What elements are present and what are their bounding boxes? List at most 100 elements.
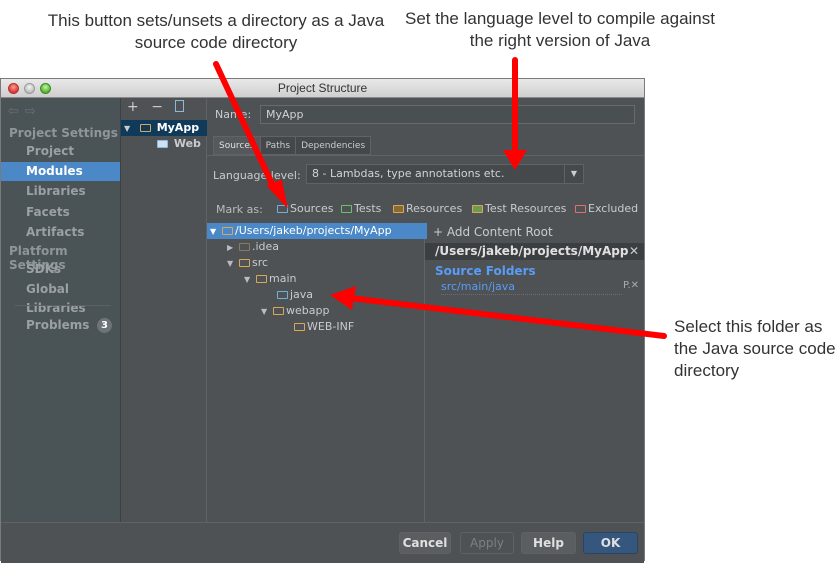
tree-row-root[interactable]: ▼ /Users/jakeb/projects/MyApp	[207, 223, 427, 239]
apply-button[interactable]: Apply	[460, 532, 514, 554]
sidebar-item-problems[interactable]: Problems 3	[1, 316, 120, 335]
content-root-header: /Users/jakeb/projects/MyApp ✕	[425, 243, 644, 260]
source-folder-icon	[277, 291, 288, 299]
mark-as-label: Mark as:	[216, 203, 263, 216]
directory-tree: ▼ /Users/jakeb/projects/MyApp ▶ .idea ▼ src…	[207, 223, 427, 522]
sidebar-item-global-libraries[interactable]: Global Libraries	[1, 280, 120, 315]
module-folder-icon	[139, 124, 151, 132]
expand-triangle-icon[interactable]: ▼	[227, 256, 239, 272]
tree-label: .idea	[252, 240, 280, 253]
chevron-down-icon[interactable]: ▼	[564, 165, 583, 183]
folder-icon	[294, 323, 305, 331]
ok-button[interactable]: OK	[583, 532, 638, 554]
facet-item-web[interactable]: Web	[121, 136, 207, 152]
expand-triangle-icon[interactable]: ▶	[227, 240, 239, 256]
tree-row-main[interactable]: ▼ main	[207, 271, 461, 287]
tab-paths[interactable]: Paths	[259, 136, 297, 155]
resources-folder-icon	[393, 205, 404, 213]
web-facet-icon	[157, 140, 168, 148]
content-root-path: /Users/jakeb/projects/MyApp	[435, 244, 629, 258]
test-resources-folder-icon	[472, 205, 483, 213]
tree-label: java	[290, 288, 314, 301]
sidebar-divider	[15, 305, 111, 306]
add-module-icon[interactable]: +	[127, 99, 139, 115]
content-root-panel: + Add Content Root /Users/jakeb/projects…	[425, 223, 644, 522]
mark-test-resources-button[interactable]: Test Resources	[472, 202, 566, 215]
tab-dependencies[interactable]: Dependencies	[295, 136, 372, 155]
module-tabs: Sources Paths Dependencies	[213, 136, 372, 155]
window-title: Project Structure	[277, 81, 368, 95]
tree-row-idea[interactable]: ▶ .idea	[207, 239, 444, 255]
excluded-folder-icon	[575, 205, 586, 213]
sources-folder-icon	[277, 205, 288, 213]
mark-resources-label: Resources	[406, 202, 463, 215]
cancel-button[interactable]: Cancel	[399, 532, 451, 554]
module-name-input[interactable]: MyApp	[260, 105, 635, 124]
sidebar-item-modules[interactable]: Modules	[1, 162, 120, 181]
mark-resources-button[interactable]: Resources	[393, 202, 462, 215]
add-content-root-button[interactable]: + Add Content Root	[433, 225, 553, 239]
folder-icon	[273, 307, 284, 315]
module-item-myapp[interactable]: ▼ MyApp	[121, 120, 207, 136]
folder-icon	[239, 259, 250, 267]
tree-label: WEB-INF	[307, 320, 355, 333]
settings-sidebar: ⇦⇨ Project Settings Project Modules Libr…	[1, 98, 121, 522]
tree-label: webapp	[286, 304, 330, 317]
tests-folder-icon	[341, 205, 352, 213]
sidebar-item-sdks[interactable]: SDKs	[1, 260, 120, 279]
module-name: MyApp	[156, 121, 200, 134]
dialog-footer: Cancel Apply Help OK	[1, 522, 644, 563]
title-bar: Project Structure	[1, 79, 644, 98]
expand-triangle-icon[interactable]: ▼	[244, 272, 256, 288]
expand-triangle-icon[interactable]: ▼	[124, 121, 136, 137]
tree-label: src	[252, 256, 269, 269]
mark-excluded-button[interactable]: Excluded	[575, 202, 638, 215]
sidebar-item-facets[interactable]: Facets	[1, 203, 120, 222]
folder-icon	[222, 227, 233, 235]
help-button[interactable]: Help	[521, 532, 576, 554]
mark-test-resources-label: Test Resources	[485, 202, 567, 215]
annotation-source-button: This button sets/unsets a directory as a…	[47, 11, 385, 52]
folder-icon	[256, 275, 267, 283]
source-folder-item[interactable]: src/main/java	[441, 280, 515, 293]
mark-sources-label: Sources	[290, 202, 334, 215]
forward-arrow-icon[interactable]: ⇨	[25, 104, 42, 119]
language-level-value: 8 - Lambdas, type annotations etc.	[312, 167, 505, 180]
problems-count-badge: 3	[97, 318, 112, 333]
module-settings-panel: Name: MyApp Sources Paths Dependencies L…	[207, 98, 644, 522]
expand-triangle-icon[interactable]: ▼	[261, 304, 273, 320]
source-folder-actions-icon[interactable]: P.✕	[623, 280, 639, 291]
remove-module-icon[interactable]: −	[151, 99, 163, 115]
nav-arrows: ⇦⇨	[8, 104, 42, 119]
tab-sources[interactable]: Sources	[213, 136, 261, 155]
mark-sources-button[interactable]: Sources	[277, 202, 334, 215]
mark-tests-button[interactable]: Tests	[341, 202, 381, 215]
modules-toolbar: + −	[127, 99, 192, 115]
tabs-divider	[207, 155, 644, 156]
mark-tests-label: Tests	[354, 202, 382, 215]
project-settings-heading: Project Settings	[9, 126, 118, 140]
sidebar-item-artifacts[interactable]: Artifacts	[1, 223, 120, 242]
remove-content-root-icon[interactable]: ✕	[629, 243, 639, 260]
tree-row-src[interactable]: ▼ src	[207, 255, 444, 271]
tree-label: /Users/jakeb/projects/MyApp	[235, 224, 392, 237]
facet-name: Web	[173, 137, 201, 150]
annotation-select-folder: Select this folder as the Java source co…	[674, 317, 836, 380]
source-folder-underline	[441, 294, 622, 295]
expand-triangle-icon[interactable]: ▼	[210, 224, 222, 240]
language-level-select[interactable]: 8 - Lambdas, type annotations etc. ▼	[306, 164, 584, 184]
modules-list-panel: + − ▼ MyApp Web	[121, 98, 207, 522]
mark-excluded-label: Excluded	[588, 202, 639, 215]
sidebar-item-libraries[interactable]: Libraries	[1, 182, 120, 201]
back-arrow-icon[interactable]: ⇦	[8, 104, 25, 119]
name-label: Name:	[215, 108, 252, 121]
annotation-language-level: Set the language level to compile agains…	[405, 9, 715, 50]
problems-label: Problems	[26, 318, 90, 332]
project-structure-window: Project Structure ⇦⇨ Project Settings Pr…	[0, 78, 645, 563]
sidebar-item-project[interactable]: Project	[1, 142, 120, 161]
source-folders-title: Source Folders	[435, 264, 536, 278]
copy-module-icon[interactable]	[175, 100, 185, 112]
language-level-label: Language level:	[213, 169, 301, 182]
tree-label: main	[269, 272, 297, 285]
folder-icon	[239, 243, 250, 251]
